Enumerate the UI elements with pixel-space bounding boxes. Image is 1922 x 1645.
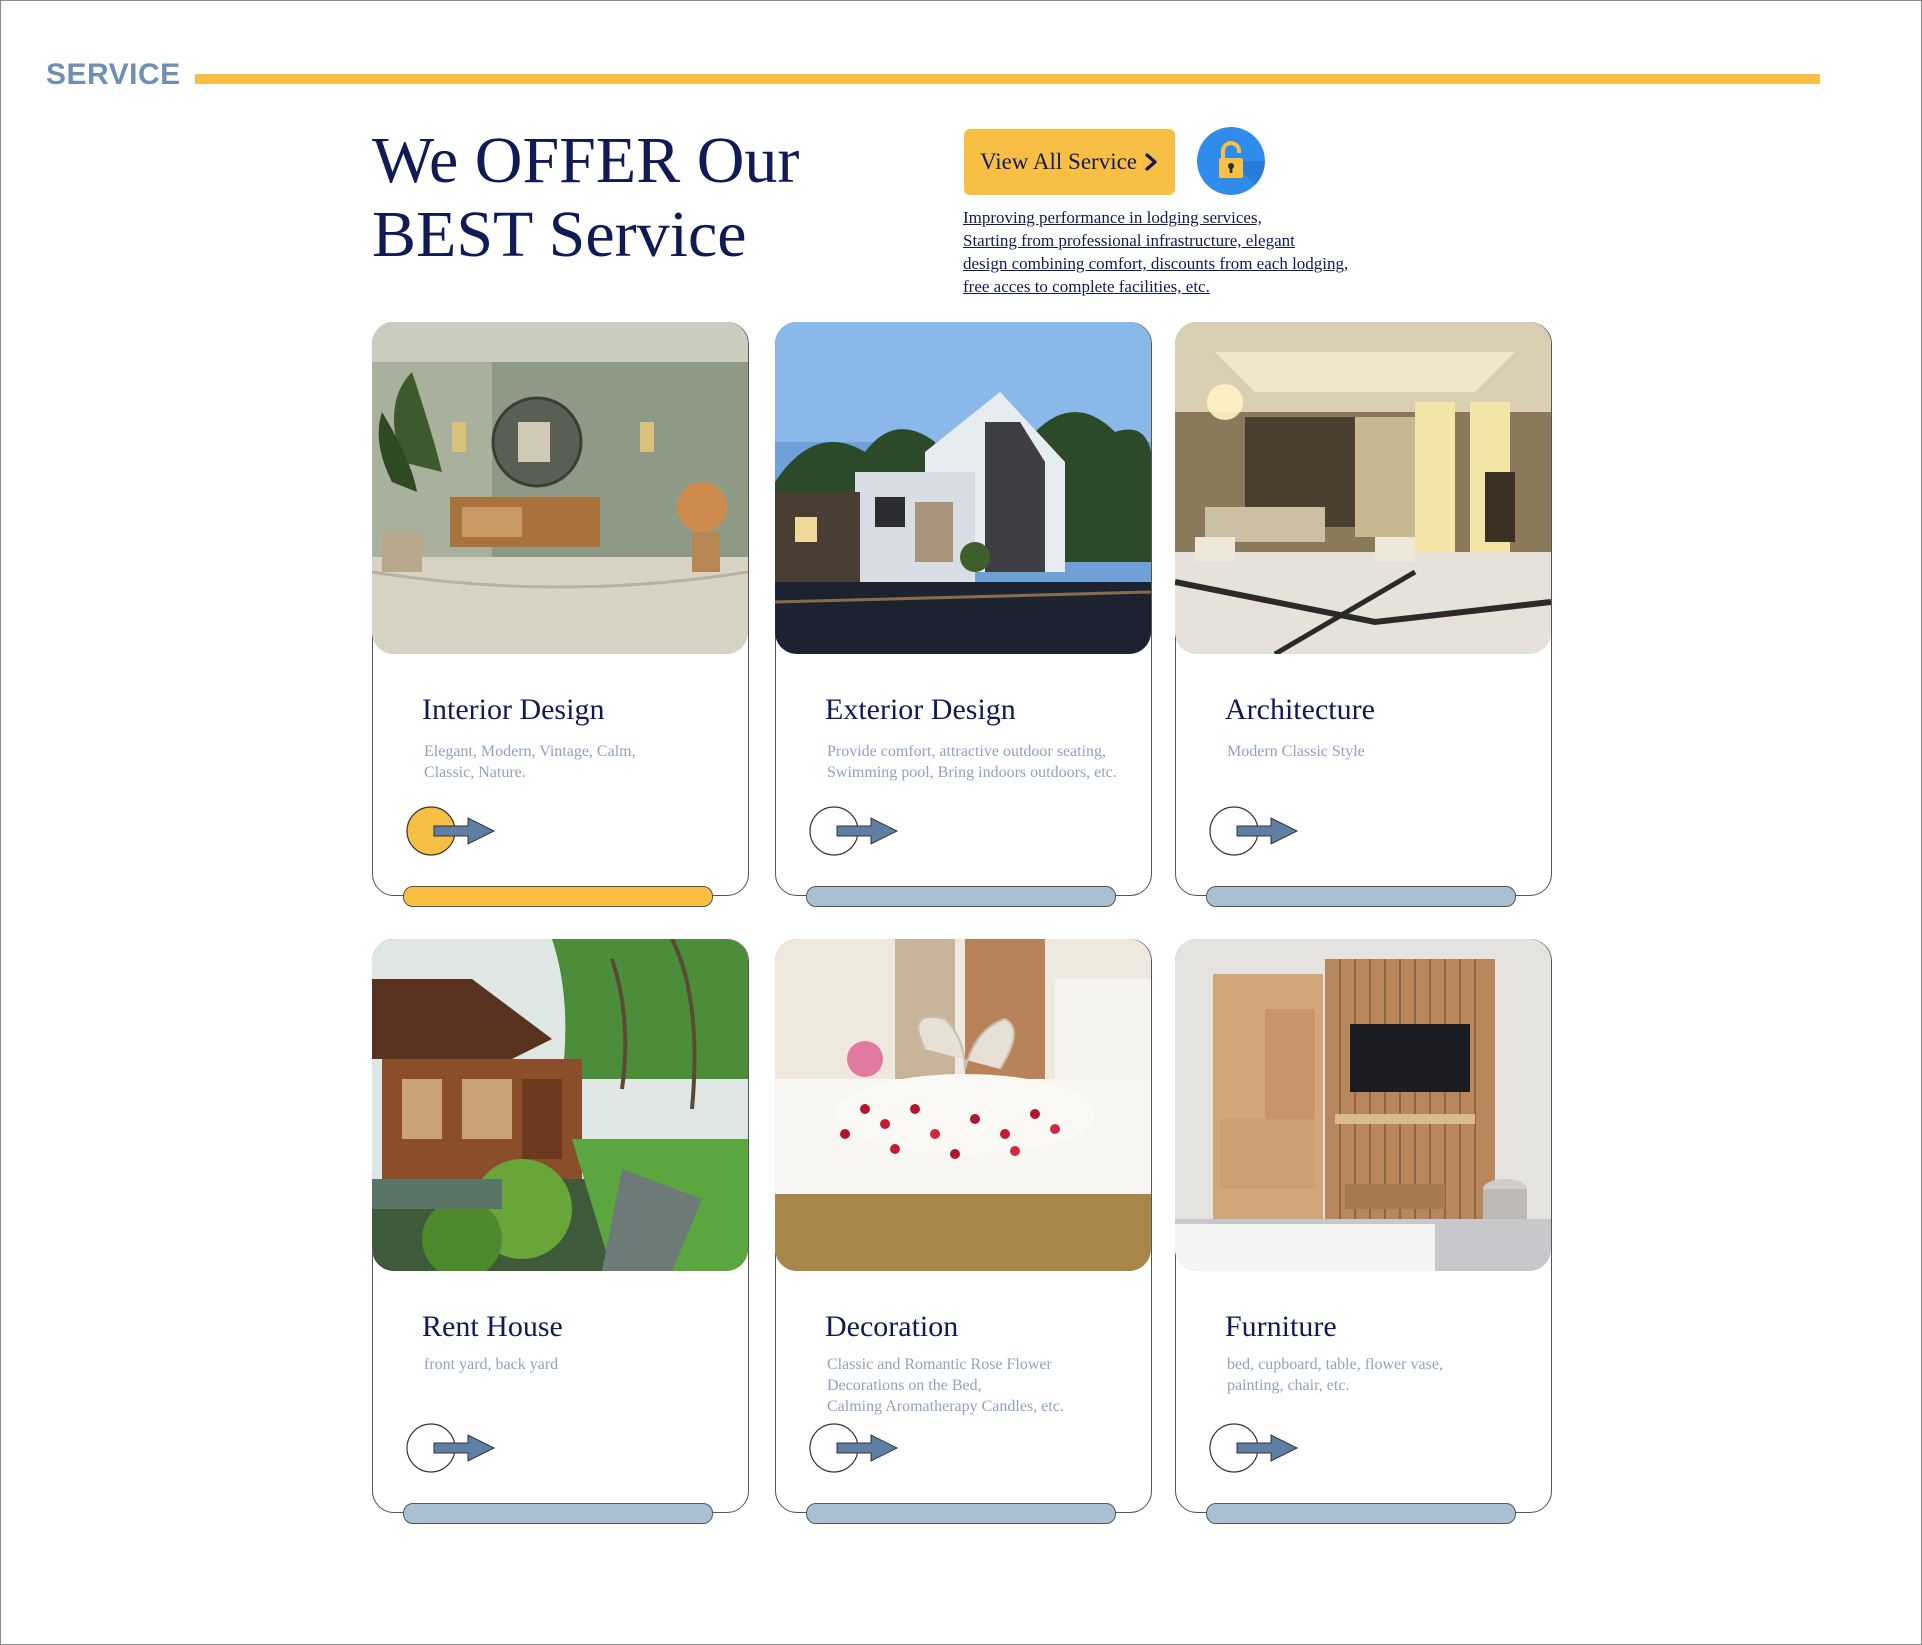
card-description-line: Elegant, Modern, Vintage, Calm, [424,743,636,760]
card-title: Furniture [1225,1310,1337,1343]
arrow-right-icon[interactable] [1209,805,1304,857]
interior-living-room-photo [372,322,748,654]
intro-line-3: design combining comfort, discounts from… [963,254,1349,273]
card-title: Architecture [1225,693,1375,726]
arrow-right-icon[interactable] [406,805,501,857]
card-title: Exterior Design [825,693,1016,726]
card-indicator-bar [806,1503,1116,1524]
headline-line-2: BEST Service [372,198,747,271]
intro-line-2: Starting from professional infrastructur… [963,231,1295,250]
card-description-line: front yard, back yard [424,1356,559,1373]
service-card-interior-design[interactable]: Interior Design Elegant, Modern, Vintage… [372,322,749,907]
card-description-line: Classic, Nature. [424,764,526,781]
card-title: Interior Design [422,693,605,726]
card-description: front yard, back yard [424,1354,744,1375]
card-description: Classic and Romantic Rose Flower Decorat… [827,1354,1147,1417]
unlock-icon[interactable] [1197,127,1265,195]
arrow-right-icon[interactable] [1209,1422,1304,1474]
card-description-line: Swimming pool, Bring indoors outdoors, e… [827,764,1117,781]
intro-line-4: free acces to complete facilities, etc. [963,277,1210,296]
bedroom-furniture-photo [1175,939,1551,1271]
wooden-house-garden-photo [372,939,748,1271]
card-description-line: Calming Aromatherapy Candles, etc. [827,1398,1064,1415]
card-indicator-bar [1206,886,1516,907]
card-description-line: bed, cupboard, table, flower vase, [1227,1356,1443,1373]
service-card-furniture[interactable]: Furniture bed, cupboard, table, flower v… [1175,939,1552,1524]
card-description: Modern Classic Style [1227,741,1547,762]
intro-line-1: Improving performance in lodging service… [963,208,1262,227]
view-all-service-button[interactable]: View All Service [964,129,1175,195]
card-description: Provide comfort, attractive outdoor seat… [827,741,1147,783]
view-all-service-label: View All Service [979,149,1138,174]
card-description-line: Classic and Romantic Rose Flower [827,1356,1052,1373]
intro-text[interactable]: Improving performance in lodging service… [963,206,1433,298]
card-description-line: Decorations on the Bed, [827,1377,982,1394]
card-indicator-bar [403,1503,713,1524]
card-description-line: painting, chair, etc. [1227,1377,1350,1394]
card-description-line: Modern Classic Style [1227,743,1365,760]
hotel-lobby-photo [1175,322,1551,654]
section-divider [195,74,1820,84]
section-label: SERVICE [46,58,181,91]
arrow-right-icon[interactable] [406,1422,501,1474]
rose-petal-bed-photo [775,939,1151,1271]
chevron-right-icon [1145,153,1157,171]
card-description: Elegant, Modern, Vintage, Calm, Classic,… [424,741,744,783]
card-indicator-bar [806,886,1116,907]
card-title: Rent House [422,1310,563,1343]
service-card-architecture[interactable]: Architecture Modern Classic Style [1175,322,1552,907]
card-indicator-bar [1206,1503,1516,1524]
arrow-right-icon[interactable] [809,1422,904,1474]
modern-house-exterior-photo [775,322,1151,654]
card-description: bed, cupboard, table, flower vase, paint… [1227,1354,1547,1396]
arrow-right-icon[interactable] [809,805,904,857]
service-card-rent-house[interactable]: Rent House front yard, back yard [372,939,749,1524]
page-title: We OFFER Our BEST Service [372,124,799,272]
service-card-exterior-design[interactable]: Exterior Design Provide comfort, attract… [775,322,1152,907]
card-title: Decoration [825,1310,959,1343]
service-card-decoration[interactable]: Decoration Classic and Romantic Rose Flo… [775,939,1152,1524]
card-description-line: Provide comfort, attractive outdoor seat… [827,743,1107,760]
card-indicator-bar [403,886,713,907]
headline-line-1: We OFFER Our [372,124,800,197]
